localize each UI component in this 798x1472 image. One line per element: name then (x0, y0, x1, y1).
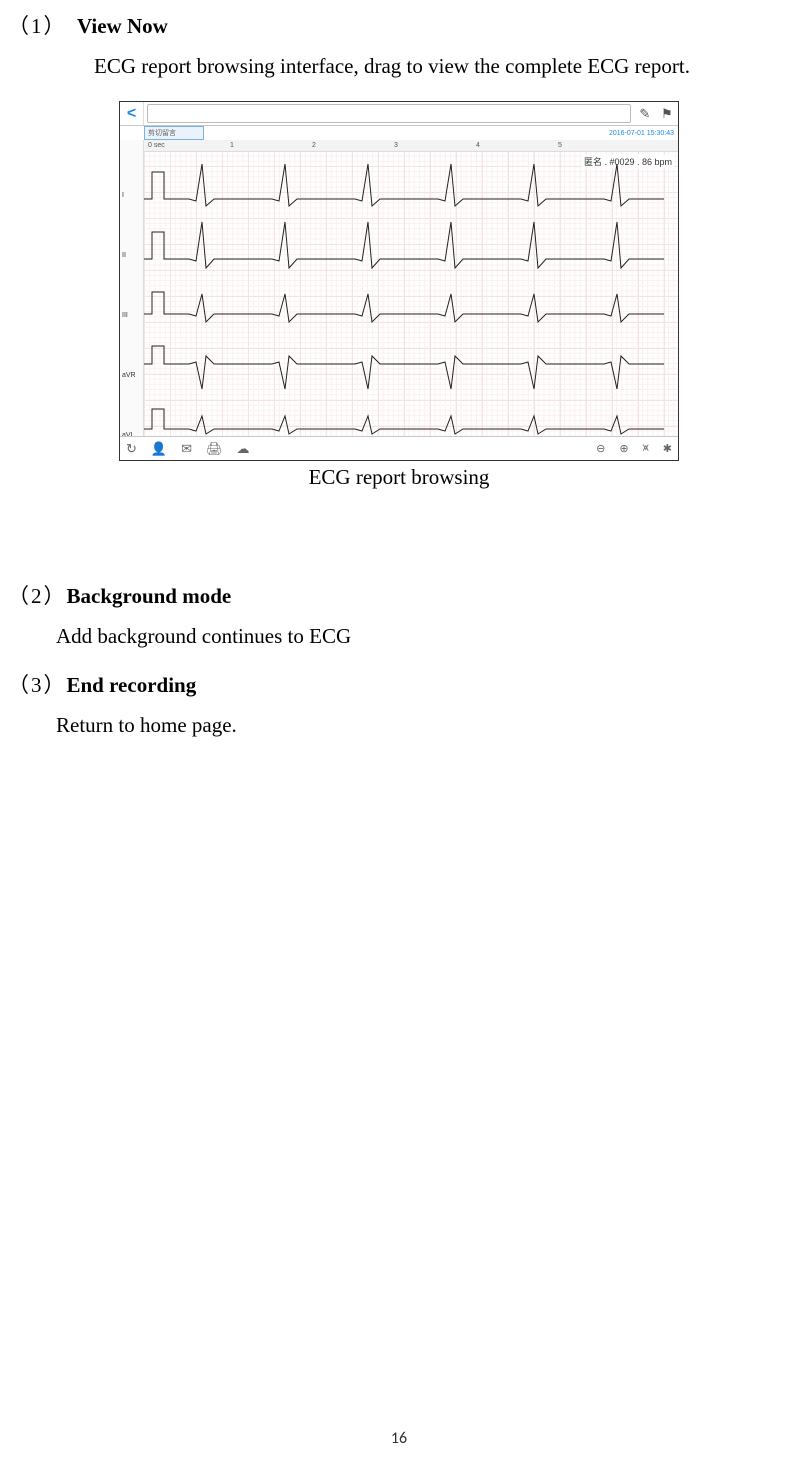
lead-row: aVL (120, 394, 678, 436)
section-3-title: End recording (67, 673, 197, 697)
section-1-title: View Now (77, 14, 168, 38)
ecg-trace-icon (144, 214, 664, 274)
section-1-description: ECG report browsing interface, drag to v… (8, 54, 790, 79)
section-2-title: Background mode (67, 584, 232, 608)
cloud-icon[interactable]: ☁ (237, 441, 250, 457)
ecg-grid[interactable]: 0 sec 1 2 3 4 5 匿名 . #0029 . 86 bpm I II (120, 140, 678, 436)
timestamp-label: 2016-07-01 15:30:43 (605, 126, 678, 140)
back-button[interactable]: < (120, 102, 144, 125)
clip-chip[interactable]: 剪切留言 (144, 126, 204, 140)
title-input[interactable] (147, 104, 631, 123)
lead-label: II (122, 252, 142, 259)
ecg-bottombar: ↻ 👤 ✉ 🖨 ☁ ⊖ ⊕ ⩙ ✱ (120, 436, 678, 460)
ecg-topbar: < ✎ ⚑ (120, 102, 678, 126)
lead-label: aVL (122, 432, 142, 436)
spacer (204, 126, 605, 140)
time-tick: 3 (390, 140, 472, 151)
chevron-left-icon: < (127, 105, 136, 123)
section-2-heading: （2）Background mode (8, 580, 790, 610)
refresh-icon[interactable]: ↻ (126, 441, 137, 457)
lead-row: I (120, 154, 678, 214)
figure-caption: ECG report browsing (119, 465, 679, 490)
mail-icon[interactable]: ✉ (181, 441, 192, 457)
print-icon[interactable]: 🖨 (206, 441, 223, 457)
ecg-trace-icon (144, 394, 664, 436)
settings-icon[interactable]: ✱ (663, 442, 672, 455)
time-tick: 2 (308, 140, 390, 151)
clip-chip-label: 剪切留言 (148, 128, 176, 138)
time-tick: 1 (226, 140, 308, 151)
zoom-in-icon[interactable]: ⊕ (619, 442, 628, 455)
zoom-out-icon[interactable]: ⊖ (596, 442, 605, 455)
ecg-app-window: < ✎ ⚑ 剪切留言 2016-07-01 15:30:43 0 sec 1 2… (119, 101, 679, 461)
ecg-trace-icon (144, 274, 664, 334)
ecg-figure: < ✎ ⚑ 剪切留言 2016-07-01 15:30:43 0 sec 1 2… (119, 101, 679, 490)
lead-row: II (120, 214, 678, 274)
section-3-heading: （3）End recording (8, 669, 790, 699)
lead-label: aVR (122, 372, 142, 379)
section-1-number: （1） (8, 14, 67, 38)
time-tick: 4 (472, 140, 554, 151)
time-tick: 0 sec (144, 140, 226, 151)
lead-row: III (120, 274, 678, 334)
topbar-icons: ✎ ⚑ (634, 102, 678, 125)
page-number: 16 (0, 1429, 798, 1448)
ecg-trace-icon (144, 154, 664, 214)
pulse-icon[interactable]: ⩙ (643, 442, 649, 455)
edit-icon[interactable]: ✎ (639, 106, 650, 122)
lead-label: I (122, 192, 142, 199)
ecg-trace-icon (144, 334, 664, 394)
section-2-number: （2） (8, 584, 67, 608)
section-2-body: Add background continues to ECG (8, 624, 790, 649)
lead-row: aVR (120, 334, 678, 394)
time-ruler: 0 sec 1 2 3 4 5 (144, 140, 678, 152)
time-tick: 5 (554, 140, 636, 151)
flag-icon[interactable]: ⚑ (661, 106, 673, 122)
section-3-body: Return to home page. (8, 713, 790, 738)
ecg-info-row: 剪切留言 2016-07-01 15:30:43 (120, 126, 678, 140)
section-1-heading: （1） View Now (8, 10, 790, 40)
section-3-number: （3） (8, 673, 67, 697)
lead-label: III (122, 312, 142, 319)
user-icon[interactable]: 👤 (151, 441, 167, 457)
